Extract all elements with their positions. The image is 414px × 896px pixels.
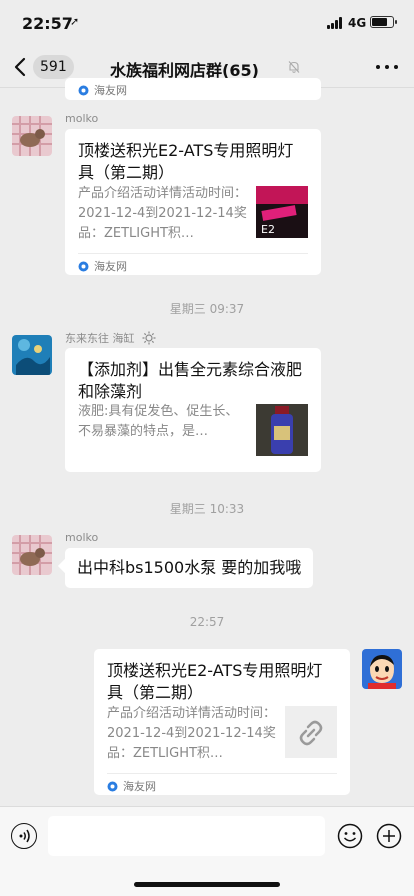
battery-icon	[370, 16, 397, 28]
more-options-button[interactable]	[372, 54, 402, 80]
card-title: 顶楼送积光E2-ATS专用照明灯具（第二期）	[78, 141, 294, 182]
mute-bell-icon	[288, 61, 300, 73]
card-description: 液肥:具有促发色、促生长、不易暴藻的特点，是…	[78, 404, 239, 439]
card-description: 产品介绍活动详情活动时间：2021-12-4到2021-12-14奖品：ZETL…	[107, 706, 277, 761]
network-type: 4G	[348, 16, 367, 30]
card-thumbnail: E2	[256, 186, 308, 238]
avatar-image	[12, 535, 52, 575]
card-description: 产品介绍活动详情活动时间：2021-12-4到2021-12-14奖品：ZETL…	[78, 186, 248, 241]
text-message-bubble[interactable]: 出中科bs1500水泵 要的加我哦	[65, 548, 314, 588]
card-divider	[78, 253, 308, 254]
link-icon	[285, 706, 337, 758]
back-button[interactable]: 591	[10, 54, 80, 80]
sender-name: molko	[65, 112, 99, 125]
timestamp: 星期三 10:33	[169, 502, 245, 516]
timestamp: 星期三 09:37	[169, 302, 245, 316]
svg-text:E2: E2	[261, 223, 275, 236]
avatar-image	[12, 335, 52, 375]
card-source: 海友网	[107, 778, 156, 794]
avatar-image	[362, 649, 402, 689]
avatar-self[interactable]	[362, 649, 402, 689]
card-title: 顶楼送积光E2-ATS专用照明灯具（第二期）	[107, 661, 323, 702]
avatar-image	[12, 116, 52, 156]
status-bar: 22:57 ➚ 4G	[0, 0, 414, 46]
emoji-icon[interactable]	[337, 823, 363, 849]
plus-icon[interactable]	[376, 823, 402, 849]
home-indicator[interactable]	[134, 882, 280, 887]
message-input[interactable]	[48, 816, 325, 856]
sender-name: 东来东往 海缸	[65, 330, 156, 346]
sender-name: molko	[65, 531, 99, 544]
source-app-icon	[107, 781, 118, 791]
avatar-dongLaiDongWang[interactable]	[12, 335, 52, 375]
link-card[interactable]: 顶楼送积光E2-ATS专用照明灯具（第二期） 产品介绍活动详情活动时间：2021…	[94, 649, 350, 795]
link-card[interactable]: 顶楼送积光E2-ATS专用照明灯具（第二期） 产品介绍活动详情活动时间：2021…	[65, 129, 321, 275]
avatar-molko[interactable]	[12, 116, 52, 156]
chevron-left-icon	[14, 57, 26, 77]
status-time: 22:57	[22, 14, 73, 33]
source-app-icon	[78, 261, 89, 271]
card-thumbnail	[256, 404, 308, 456]
card-source: 海友网	[78, 258, 127, 274]
unread-count-badge: 591	[33, 55, 74, 79]
location-icon: ➚	[70, 15, 80, 28]
avatar-molko[interactable]	[12, 535, 52, 575]
source-app-icon	[78, 85, 89, 95]
link-card[interactable]: 【添加剂】出售全元素综合液肥和除藻剂 液肥:具有促发色、促生长、不易暴藻的特点，…	[65, 348, 321, 472]
sun-icon	[142, 331, 156, 345]
voice-input-button[interactable]	[11, 823, 37, 849]
signal-icon	[327, 17, 345, 29]
timestamp: 22:57	[189, 615, 225, 629]
card-title: 【添加剂】出售全元素综合液肥和除藻剂	[78, 360, 303, 401]
voice-icon	[19, 829, 30, 842]
card-divider	[107, 773, 337, 774]
card-source: 海友网	[78, 82, 127, 98]
message-card-partial[interactable]: 海友网	[65, 78, 321, 100]
